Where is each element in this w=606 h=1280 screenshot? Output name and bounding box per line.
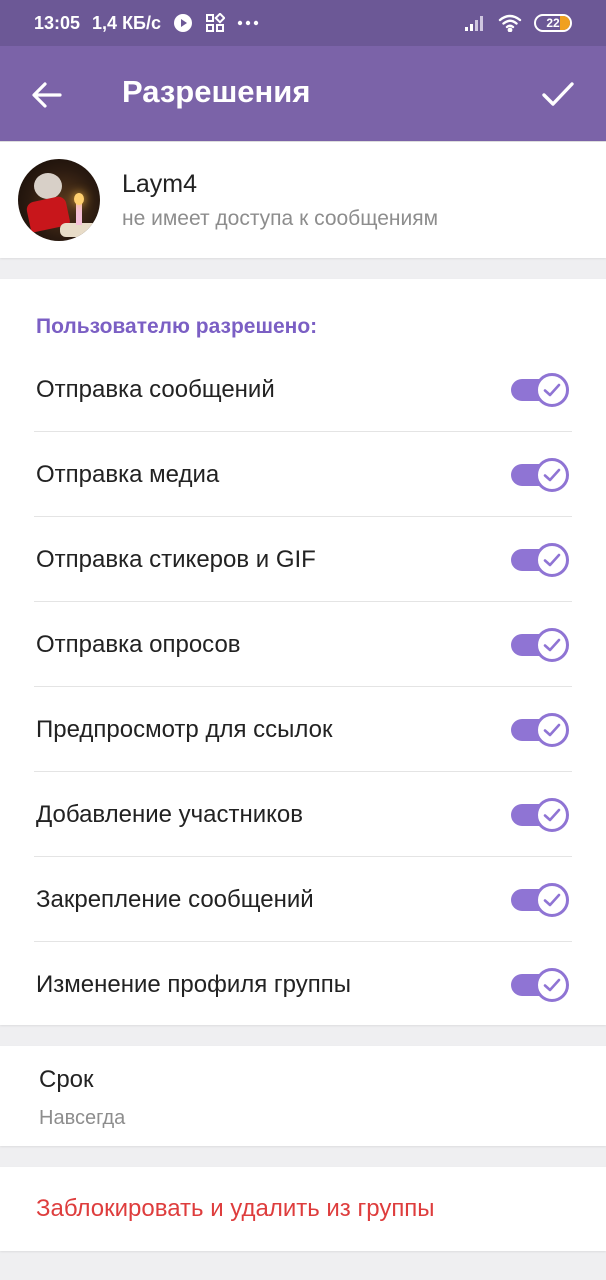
- status-time: 13:05: [34, 12, 81, 33]
- permission-label: Добавление участников: [36, 800, 304, 828]
- signal-icon: [464, 14, 486, 32]
- permission-toggle[interactable]: [511, 797, 569, 832]
- arrow-left-icon[interactable]: [30, 78, 64, 112]
- permission-label: Закрепление сообщений: [36, 885, 314, 913]
- user-card: Laym4 не имеет доступа к сообщениям: [0, 141, 606, 258]
- permission-toggle[interactable]: [511, 457, 569, 492]
- user-name: Laym4: [122, 170, 198, 198]
- term-value: Навсегда: [39, 1107, 126, 1129]
- battery-level: 22: [546, 16, 560, 30]
- toggle-check-icon: [543, 808, 561, 821]
- permission-row-change-group-info[interactable]: Изменение профиля группы: [0, 942, 606, 1027]
- toggle-check-icon: [543, 468, 561, 481]
- permission-label: Предпросмотр для ссылок: [36, 715, 333, 743]
- restriction-term-item[interactable]: Срок Навсегда: [0, 1046, 606, 1146]
- term-title: Срок: [39, 1066, 94, 1093]
- toggle-check-icon: [543, 978, 561, 991]
- status-bar: 13:05 1,4 КБ/с 22: [0, 0, 606, 46]
- play-icon: [173, 13, 193, 33]
- toggle-check-icon: [543, 638, 561, 651]
- ban-label: Заблокировать и удалить из группы: [36, 1195, 435, 1222]
- permissions-card: Пользователю разрешено: Отправка сообщен…: [0, 279, 606, 1025]
- check-icon[interactable]: [540, 76, 576, 112]
- status-speed: 1,4 КБ/с: [92, 12, 162, 33]
- permission-row-send-messages[interactable]: Отправка сообщений: [0, 347, 606, 432]
- permission-row-send-stickers[interactable]: Отправка стикеров и GIF: [0, 517, 606, 602]
- avatar: [18, 159, 100, 241]
- permission-toggle[interactable]: [511, 712, 569, 747]
- toggle-check-icon: [543, 553, 561, 566]
- permission-label: Отправка стикеров и GIF: [36, 545, 316, 573]
- toggle-check-icon: [543, 383, 561, 396]
- permission-row-send-polls[interactable]: Отправка опросов: [0, 602, 606, 687]
- wifi-icon: [498, 14, 522, 32]
- permission-label: Изменение профиля группы: [36, 970, 351, 998]
- permission-toggle[interactable]: [511, 967, 569, 1002]
- permission-row-link-preview[interactable]: Предпросмотр для ссылок: [0, 687, 606, 772]
- permission-toggle[interactable]: [511, 882, 569, 917]
- ban-and-remove-button[interactable]: Заблокировать и удалить из группы: [0, 1167, 606, 1251]
- permission-row-pin-messages[interactable]: Закрепление сообщений: [0, 857, 606, 942]
- grid-icon: [205, 13, 226, 33]
- permission-label: Отправка медиа: [36, 460, 220, 488]
- toggle-check-icon: [543, 723, 561, 736]
- app-bar: Разрешения: [0, 46, 606, 141]
- permission-row-add-members[interactable]: Добавление участников: [0, 772, 606, 857]
- permission-row-send-media[interactable]: Отправка медиа: [0, 432, 606, 517]
- permission-toggle[interactable]: [511, 542, 569, 577]
- permission-toggle[interactable]: [511, 372, 569, 407]
- battery-icon: 22: [534, 14, 572, 32]
- user-status: не имеет доступа к сообщениям: [122, 207, 439, 230]
- more-dots-icon: [237, 20, 259, 26]
- page-title: Разрешения: [122, 74, 311, 109]
- toggle-check-icon: [543, 893, 561, 906]
- permissions-header: Пользователю разрешено:: [36, 315, 318, 338]
- permission-toggle[interactable]: [511, 627, 569, 662]
- permission-label: Отправка опросов: [36, 630, 241, 658]
- permission-label: Отправка сообщений: [36, 375, 275, 403]
